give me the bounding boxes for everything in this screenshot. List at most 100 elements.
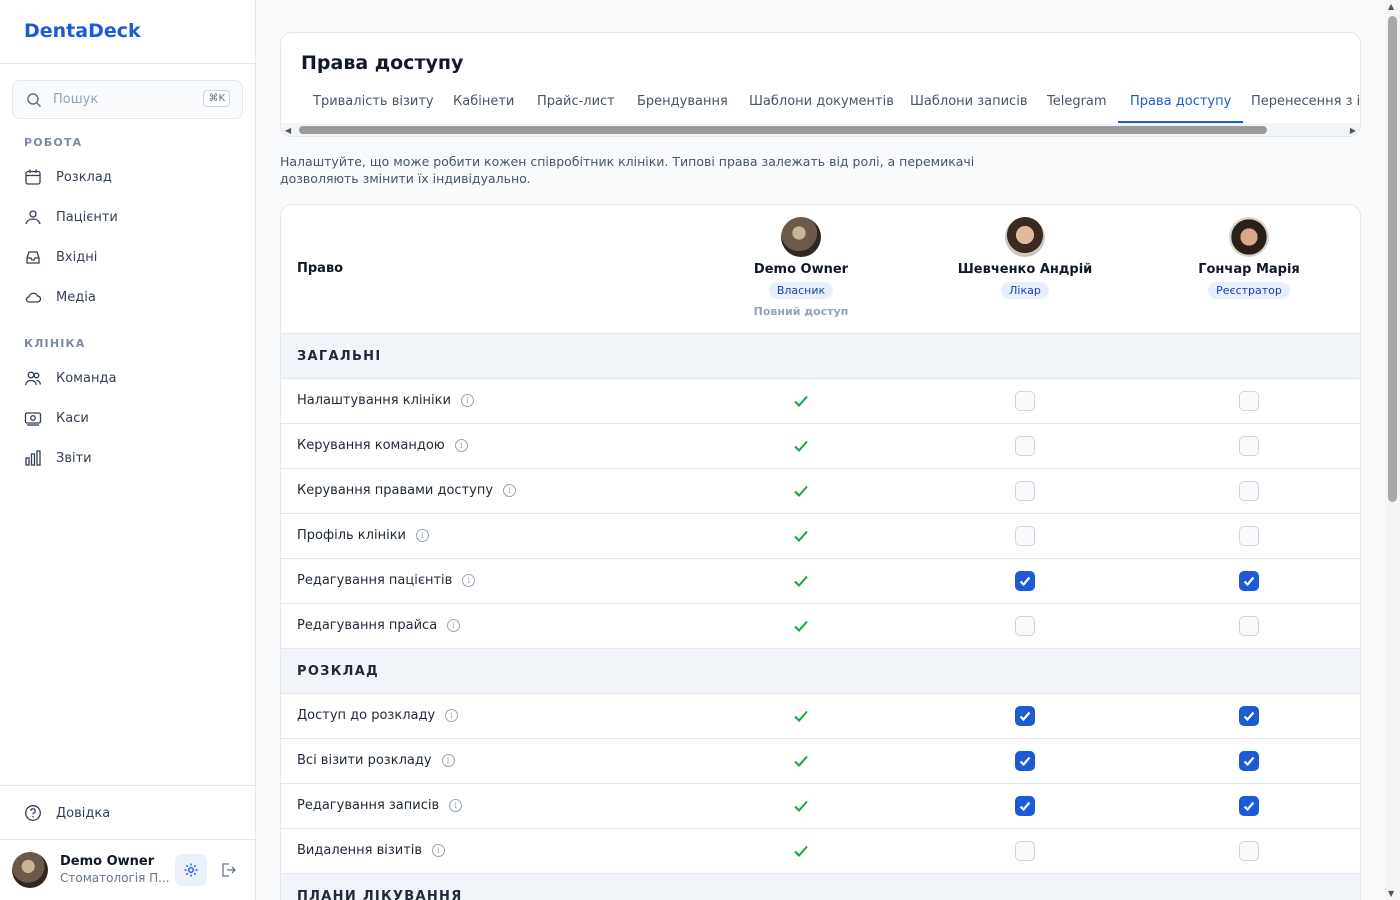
permission-row: Редагування пацієнтів i [281,558,1360,603]
permission-checkbox[interactable] [1015,571,1035,591]
info-icon[interactable]: i [416,529,429,542]
nav-item-cash[interactable]: Каси [24,406,89,430]
app-logo[interactable]: DentaDeck [24,20,141,42]
permission-name: Редагування прайса [297,618,438,633]
check-icon [794,710,808,722]
permission-checkbox[interactable] [1015,616,1035,636]
permission-checkbox[interactable] [1015,706,1035,726]
permission-checkbox[interactable] [1239,391,1259,411]
info-icon[interactable]: i [441,754,455,767]
info-icon[interactable]: i [462,574,476,587]
section-header: ЗАГАЛЬНІ [281,333,1360,379]
info-icon[interactable]: i [449,799,463,812]
nav-item-help[interactable]: Довідка [24,801,110,825]
permission-name: Керування командою [297,438,445,453]
search-icon [27,93,42,108]
info-icon[interactable]: i [503,484,517,497]
permission-checkbox[interactable] [1239,796,1259,816]
permission-row: Налаштування клініки i [281,378,1360,423]
permission-row: Редагування прайса i [281,603,1360,648]
page-scrollbar[interactable]: ▲ ▼ [1385,0,1400,900]
info-icon[interactable]: i [432,844,446,857]
inbox-icon [26,251,40,264]
tab-record-templates[interactable]: Шаблони записів [898,91,1039,123]
nav-item-schedule[interactable]: Розклад [24,165,112,189]
scrollbar-thumb[interactable] [299,126,1267,134]
tab-price-list[interactable]: Прайс-лист [525,91,627,123]
nav-label: Каси [56,410,89,426]
info-icon[interactable]: i [454,439,468,452]
settings-button[interactable] [175,854,207,886]
nav-item-reports[interactable]: Звіти [24,446,92,470]
search-placeholder: Пошук [53,92,99,107]
tab-telegram[interactable]: Telegram [1035,91,1119,123]
nav-section-work: РОБОТА [24,136,83,149]
info-icon[interactable]: i [460,394,474,407]
scrollbar-thumb[interactable] [1388,16,1397,502]
settings-tabs: Тривалість візиту Кабінети Прайс-лист Бр… [281,91,1360,123]
permission-checkbox[interactable] [1015,526,1035,546]
tab-branding[interactable]: Брендування [625,91,740,123]
tab-rooms[interactable]: Кабінети [441,91,526,123]
checkmark-icon [1019,756,1031,767]
permission-checkbox[interactable] [1239,481,1259,501]
cash-register-icon [24,412,42,426]
scroll-right-icon[interactable]: ▶ [1350,126,1356,135]
nav-item-inbox[interactable]: Вхідні [24,245,97,269]
avatar [781,217,821,257]
check-icon [794,620,808,632]
nav-item-patients[interactable]: Пацієнти [24,205,118,229]
section-title: ПЛАНИ ЛІКУВАННЯ [297,889,463,900]
search-input[interactable]: Пошук ⌘K [12,80,243,119]
help-icon [25,805,41,821]
permission-checkbox[interactable] [1239,706,1259,726]
nav-label: Пацієнти [56,209,118,225]
logout-icon[interactable] [219,861,237,879]
nav-item-team[interactable]: Команда [24,366,116,390]
permission-checkbox[interactable] [1239,571,1259,591]
checkmark-icon [1243,801,1255,812]
nav-label: Команда [56,370,117,386]
scroll-left-icon[interactable]: ◀ [285,126,291,135]
tab-document-templates[interactable]: Шаблони документів [737,91,906,123]
permission-checkbox[interactable] [1239,841,1259,861]
permission-checkbox[interactable] [1015,391,1035,411]
permission-row: Доступ до розкладу i [281,693,1360,738]
permission-row: Видалення візитів i [281,828,1360,873]
section-header: ПЛАНИ ЛІКУВАННЯ [281,873,1360,900]
scroll-up-icon[interactable]: ▲ [1388,2,1394,11]
calendar-icon [25,169,41,185]
avatar [1005,217,1045,257]
permission-row: Профіль клініки i [281,513,1360,558]
permission-checkbox[interactable] [1239,526,1259,546]
permission-row: Керування правами доступу i [281,468,1360,513]
info-icon[interactable]: i [445,709,459,722]
permission-checkbox[interactable] [1015,796,1035,816]
tabs-scrollbar[interactable]: ◀ ▶ [281,123,1360,136]
tab-import[interactable]: Перенесення з ін [1239,91,1360,123]
permission-checkbox[interactable] [1015,751,1035,771]
bar-chart-icon [25,450,41,466]
permissions-table: Право Demo Owner Власник Повний доступ Ш… [280,204,1361,900]
permission-checkbox[interactable] [1015,481,1035,501]
sidebar: DentaDeck Пошук ⌘K РОБОТА Розклад Пацієн… [0,0,256,900]
permission-name: Редагування пацієнтів [297,573,453,588]
avatar[interactable] [12,852,48,888]
permission-checkbox[interactable] [1239,436,1259,456]
info-icon[interactable]: i [447,619,461,632]
nav-label: Довідка [56,805,111,821]
nav-label: Звіти [56,450,92,466]
permission-row: Всі візити розкладу i [281,738,1360,783]
permission-label: Редагування прайса i [297,618,461,633]
permission-checkbox[interactable] [1015,436,1035,456]
permission-label: Видалення візитів i [297,843,446,858]
permission-checkbox[interactable] [1239,751,1259,771]
scroll-down-icon[interactable]: ▼ [1388,889,1394,898]
permission-checkbox[interactable] [1239,616,1259,636]
nav-item-media[interactable]: Медіа [24,285,96,309]
permission-label: Всі візити розкладу i [297,753,455,768]
tab-access-rights[interactable]: Права доступу [1118,91,1244,123]
tab-visit-duration[interactable]: Тривалість візиту [301,91,446,123]
permission-checkbox[interactable] [1015,841,1035,861]
check-icon [794,485,808,497]
